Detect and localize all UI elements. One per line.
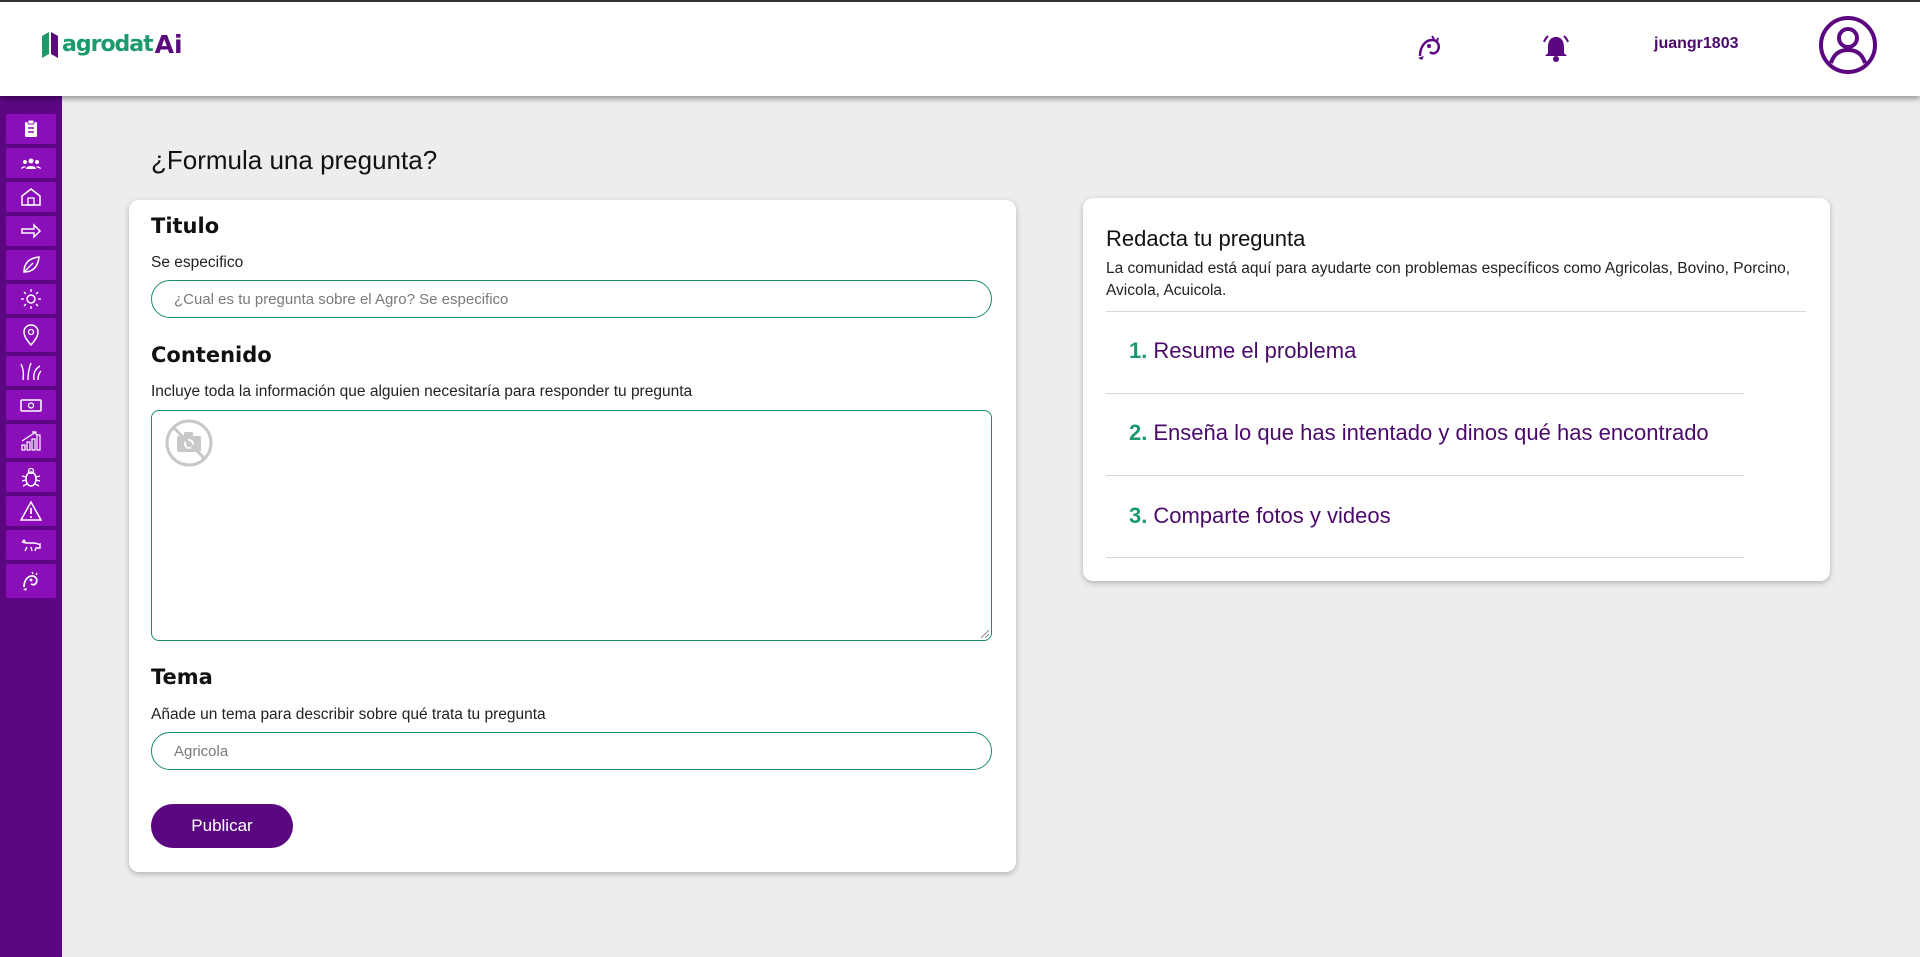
sidebar-item-leaf[interactable]: [6, 250, 56, 280]
step-item: 3. Comparte fotos y videos: [1129, 503, 1391, 529]
sidebar-item-bug[interactable]: [6, 462, 56, 492]
top-bar: agrodat Ai juangr1803: [0, 0, 1920, 96]
sidebar-item-money[interactable]: [6, 390, 56, 420]
leaf-icon: [23, 256, 40, 273]
sidebar: [0, 96, 62, 957]
sidebar-item-location[interactable]: [6, 318, 56, 352]
animal-icon: [21, 539, 41, 552]
image-upload-icon[interactable]: [164, 418, 214, 468]
barn-icon: [21, 188, 41, 206]
step-item: 1. Resume el problema: [1129, 338, 1356, 364]
assistant-icon: [23, 571, 38, 591]
help-card: Redacta tu pregunta La comunidad está aq…: [1083, 198, 1830, 581]
topic-input[interactable]: [151, 732, 992, 770]
step-text: Enseña lo que has intentado y dinos qué …: [1153, 420, 1709, 445]
logo[interactable]: agrodat Ai: [42, 30, 183, 59]
logo-text: agrodat: [62, 32, 154, 57]
question-form-card: Titulo Se especifico Contenido Incluye t…: [129, 200, 1016, 872]
clipboard-icon: [25, 119, 37, 137]
bell-icon[interactable]: [1540, 32, 1572, 64]
step-divider: [1106, 393, 1744, 394]
step-item: 2. Enseña lo que has intentado y dinos qu…: [1129, 420, 1709, 446]
logo-ai-text: Ai: [154, 30, 183, 59]
resize-grip-icon[interactable]: [979, 628, 989, 638]
step-divider: [1106, 475, 1744, 476]
arrow-right-icon: [21, 223, 42, 239]
title-subtext: Se especifico: [151, 254, 244, 271]
user-avatar-icon[interactable]: [1818, 15, 1878, 75]
sidebar-item-group[interactable]: [6, 148, 56, 178]
sidebar-item-barn[interactable]: [6, 182, 56, 212]
help-description: La comunidad está aquí para ayudarte con…: [1106, 260, 1791, 299]
assistant-icon[interactable]: [1414, 32, 1446, 64]
grass-icon: [20, 362, 42, 381]
chart-growth-icon: [21, 431, 41, 451]
step-number: 3.: [1129, 503, 1148, 528]
step-divider: [1106, 557, 1744, 558]
content-textarea[interactable]: [151, 410, 992, 641]
topic-heading: Tema: [151, 665, 213, 689]
username[interactable]: juangr1803: [1654, 35, 1738, 53]
sidebar-item-assistant[interactable]: [6, 564, 56, 598]
publish-button[interactable]: Publicar: [151, 804, 293, 848]
sidebar-item-sun[interactable]: [6, 284, 56, 314]
step-number: 2.: [1129, 420, 1148, 445]
group-icon: [21, 158, 41, 169]
sidebar-item-animal[interactable]: [6, 530, 56, 560]
sidebar-item-warning[interactable]: [6, 496, 56, 526]
step-number: 1.: [1129, 338, 1148, 363]
logo-mark-icon: [42, 31, 58, 58]
topic-subtext: Añade un tema para describir sobre qué t…: [151, 706, 546, 723]
money-icon: [20, 399, 42, 412]
step-text: Resume el problema: [1153, 338, 1357, 363]
location-pin-icon: [23, 324, 39, 346]
step-text: Comparte fotos y videos: [1153, 503, 1391, 528]
warning-icon: [20, 500, 42, 521]
content-subtext: Incluye toda la información que alguien …: [151, 383, 693, 400]
help-divider: [1106, 311, 1806, 312]
title-heading: Titulo: [151, 214, 220, 238]
bug-icon: [21, 467, 41, 487]
sidebar-item-arrow[interactable]: [6, 216, 56, 246]
sidebar-item-chart[interactable]: [6, 424, 56, 458]
page-title: ¿Formula una pregunta?: [151, 145, 438, 175]
sidebar-item-grass[interactable]: [6, 356, 56, 386]
help-title: Redacta tu pregunta: [1106, 226, 1306, 251]
title-input[interactable]: [151, 280, 992, 318]
content-heading: Contenido: [151, 343, 272, 367]
sidebar-item-clipboard[interactable]: [6, 114, 56, 144]
sun-icon: [21, 289, 41, 309]
